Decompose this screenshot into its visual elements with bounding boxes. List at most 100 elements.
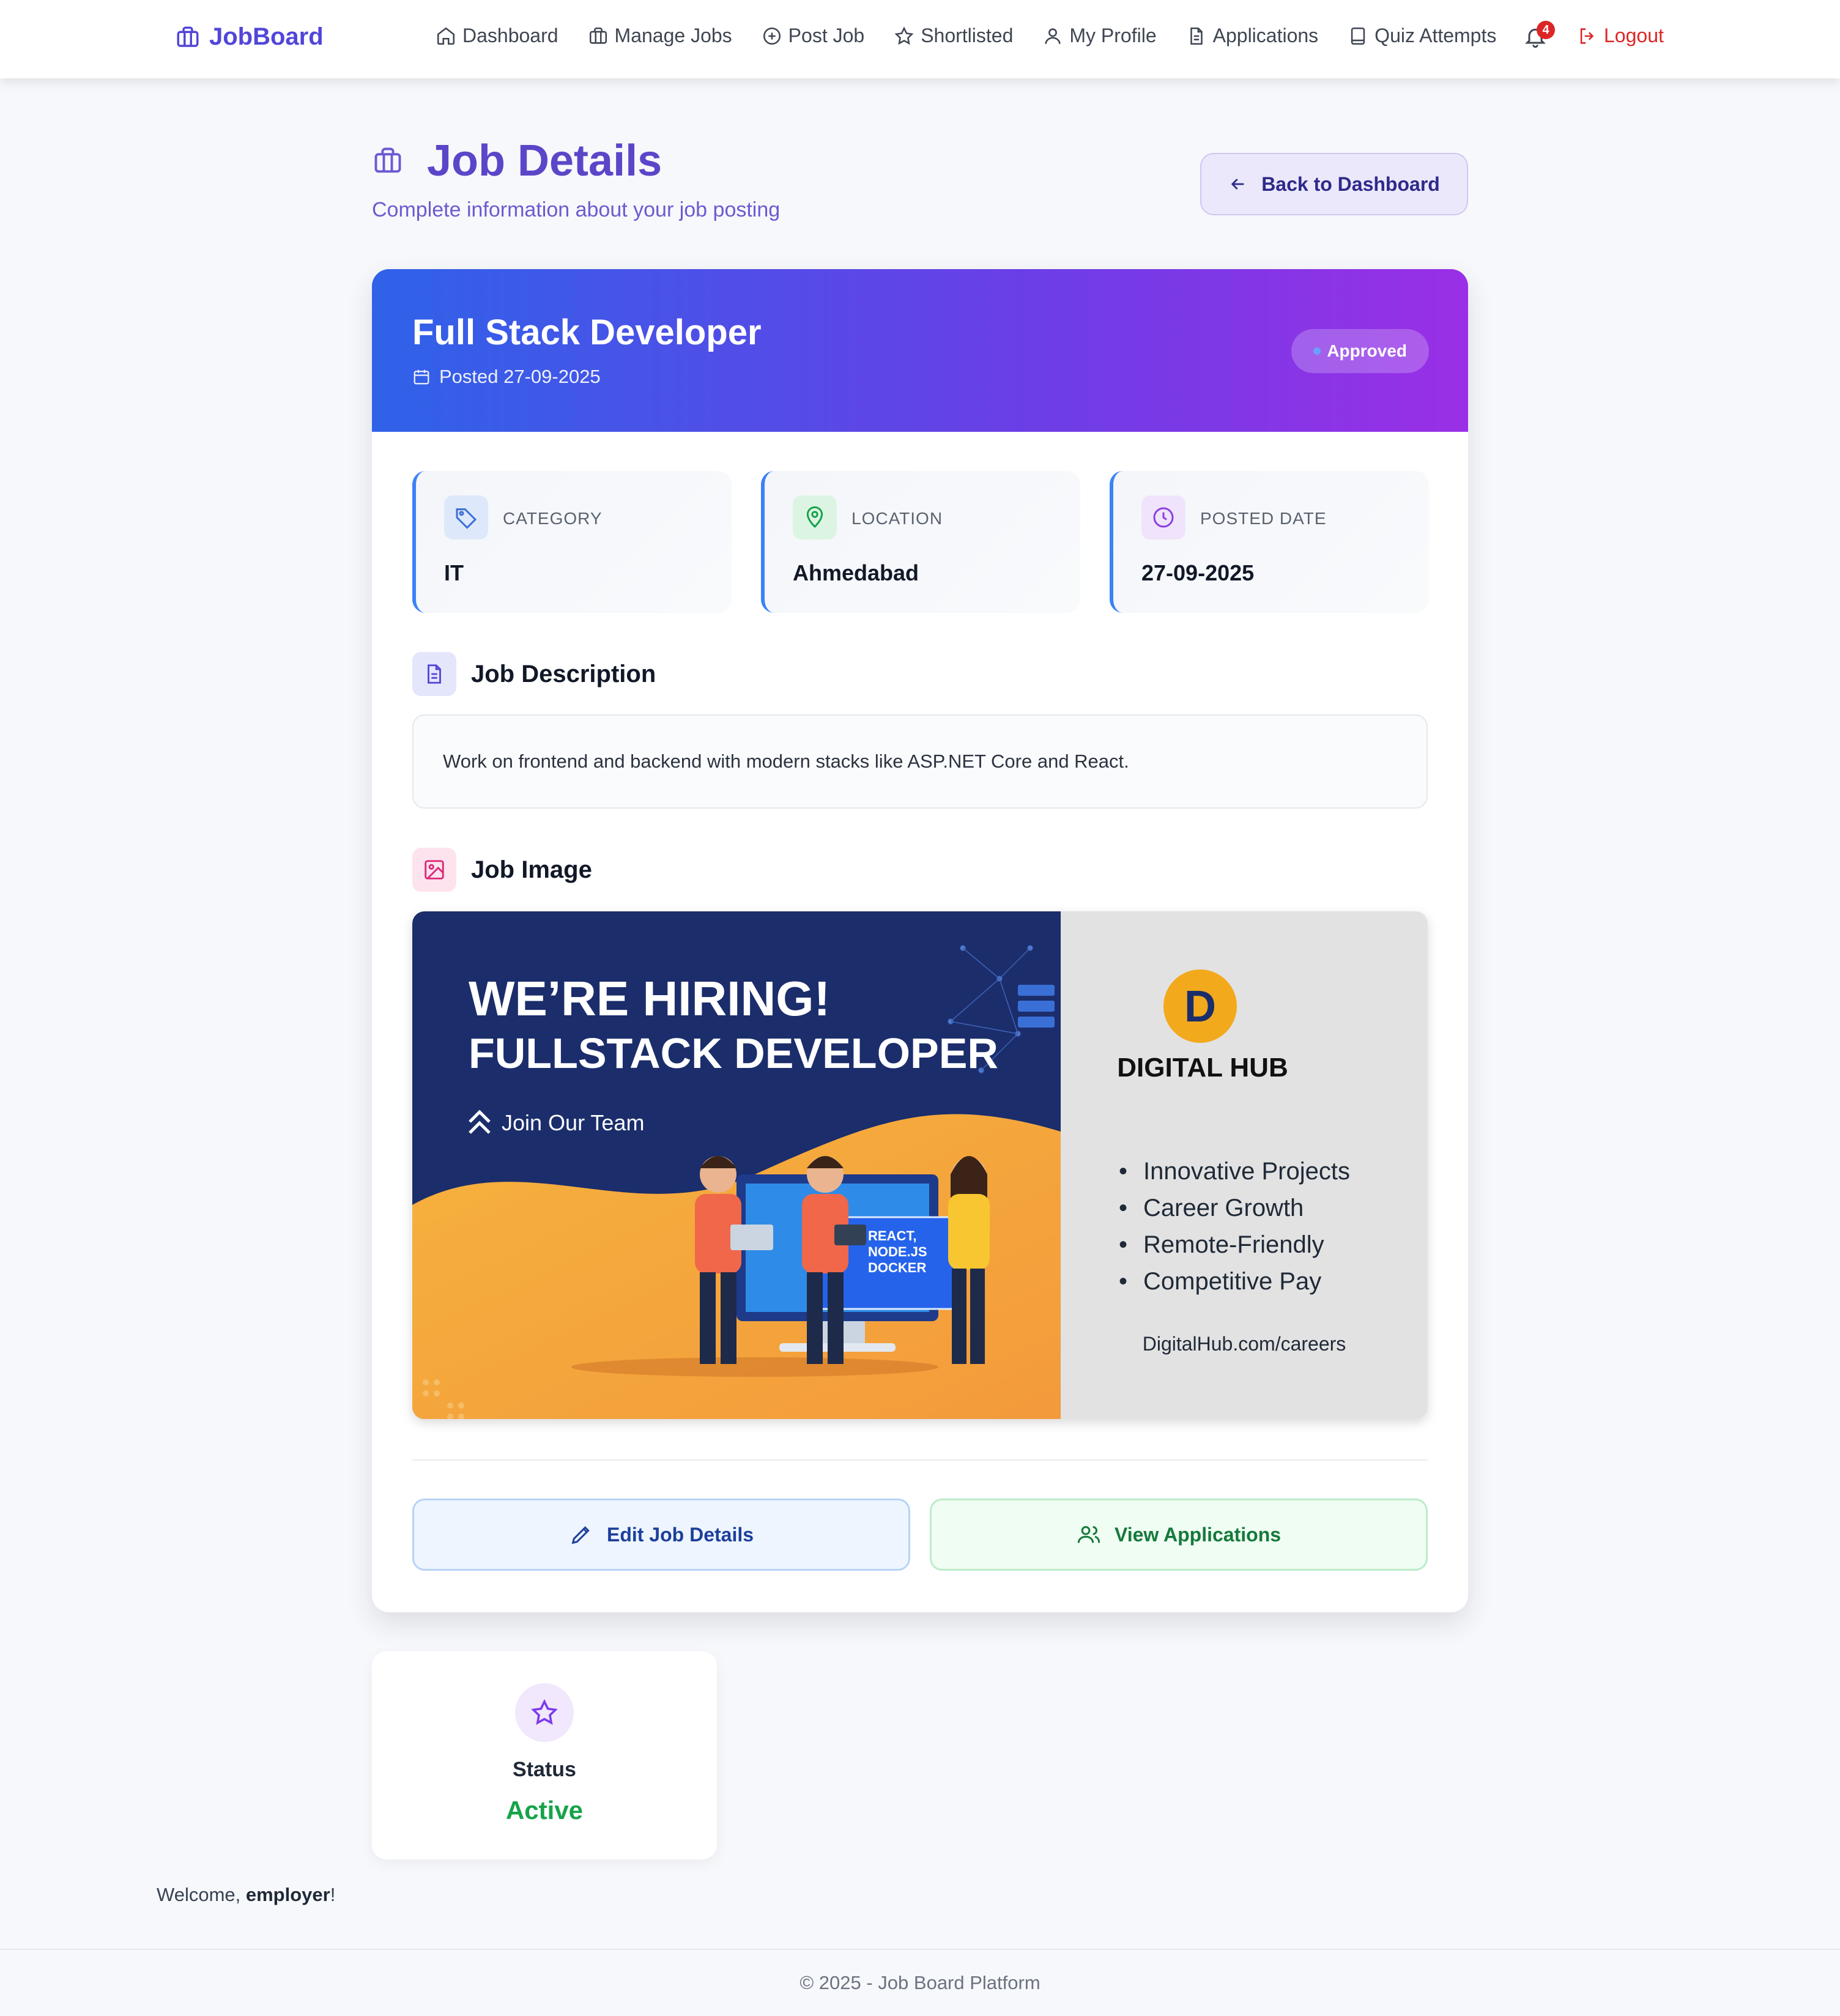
page-title: Job Details bbox=[372, 136, 780, 186]
divider bbox=[412, 1459, 1428, 1461]
job-image: WE’RE HIRING! FULLSTACK DEVELOPER Join O… bbox=[412, 911, 1428, 1419]
status-value: Active bbox=[505, 1796, 584, 1825]
nav-item-manage-jobs[interactable]: Manage Jobs bbox=[588, 24, 732, 47]
info-label: LOCATION bbox=[851, 509, 943, 528]
plus-circle-icon bbox=[763, 27, 781, 45]
edit-job-button[interactable]: Edit Job Details bbox=[412, 1499, 910, 1571]
info-value: 27-09-2025 bbox=[1141, 560, 1255, 585]
star-icon bbox=[515, 1683, 574, 1742]
user-icon bbox=[1045, 28, 1061, 44]
logout-button[interactable]: Logout bbox=[1577, 24, 1664, 47]
map-pin-icon bbox=[793, 495, 837, 539]
document-icon bbox=[1190, 27, 1203, 45]
server-icon bbox=[1018, 985, 1055, 1028]
tag-icon bbox=[444, 495, 488, 539]
button-label: Edit Job Details bbox=[606, 1523, 754, 1546]
nav-label: Shortlisted bbox=[921, 24, 1014, 46]
pencil-icon bbox=[571, 1526, 590, 1544]
nav-label: Applications bbox=[1212, 24, 1319, 46]
poster-headline-2: FULLSTACK DEVELOPER bbox=[469, 1029, 998, 1077]
brand-logo[interactable]: JobBoard bbox=[175, 23, 324, 51]
job-title: Full Stack Developer bbox=[412, 313, 762, 352]
back-label: Back to Dashboard bbox=[1261, 172, 1440, 195]
image-icon bbox=[412, 848, 456, 892]
info-box-location: LOCATION Ahmedabad bbox=[761, 471, 1080, 613]
welcome-suffix: ! bbox=[330, 1884, 336, 1905]
job-header-banner: Full Stack Developer Posted 27-09-2025 A… bbox=[372, 269, 1468, 432]
section-title: Job Image bbox=[471, 856, 592, 883]
poster-headline-1: WE’RE HIRING! bbox=[469, 971, 830, 1026]
status-label: Status bbox=[513, 1758, 576, 1781]
welcome-prefix: Welcome, bbox=[157, 1884, 246, 1905]
page-title-text: Job Details bbox=[427, 136, 662, 185]
bullet-dot: • bbox=[1119, 1158, 1127, 1185]
view-applications-button[interactable]: View Applications bbox=[930, 1499, 1428, 1571]
home-icon bbox=[437, 27, 455, 45]
status-badge-label: Approved bbox=[1327, 341, 1407, 360]
company-logo-letter: D bbox=[1184, 982, 1216, 1031]
star-icon bbox=[894, 26, 914, 45]
job-details-card: Full Stack Developer Posted 27-09-2025 A… bbox=[372, 269, 1468, 1612]
company-name: DIGITAL HUB bbox=[1117, 1053, 1288, 1083]
nav-label: Dashboard bbox=[462, 24, 558, 46]
info-label: POSTED DATE bbox=[1200, 509, 1327, 528]
screen-text-3: DOCKER bbox=[868, 1260, 926, 1275]
briefcase-icon bbox=[177, 26, 199, 47]
nav-label: Manage Jobs bbox=[614, 24, 732, 46]
nav-item-shortlisted[interactable]: Shortlisted bbox=[894, 24, 1013, 47]
button-label: View Applications bbox=[1114, 1523, 1282, 1546]
top-navbar: JobBoard Dashboard Manage Jobs Post Job … bbox=[0, 0, 1840, 78]
logout-label: Logout bbox=[1604, 24, 1664, 46]
welcome-message: Welcome, employer! bbox=[157, 1884, 335, 1906]
nav-item-dashboard[interactable]: Dashboard bbox=[436, 24, 558, 47]
poster-tagline: Join Our Team bbox=[502, 1110, 644, 1135]
status-dot bbox=[1313, 347, 1321, 355]
briefcase-icon bbox=[589, 27, 607, 44]
screen-text-1: REACT, bbox=[868, 1228, 916, 1243]
page-header: Job Details Complete information about y… bbox=[372, 136, 780, 222]
brand-name: JobBoard bbox=[209, 23, 324, 50]
bullet-dot: • bbox=[1119, 1195, 1127, 1221]
nav-label: Quiz Attempts bbox=[1374, 24, 1497, 46]
posted-date-line: Posted 27-09-2025 bbox=[412, 366, 601, 388]
info-box-posted-date: POSTED DATE 27-09-2025 bbox=[1110, 471, 1429, 613]
book-icon bbox=[1351, 27, 1365, 45]
info-value: Ahmedabad bbox=[793, 560, 919, 585]
notifications-button[interactable]: 4 bbox=[1523, 21, 1555, 51]
footer: © 2025 - Job Board Platform bbox=[0, 1949, 1840, 2016]
briefcase-icon bbox=[374, 147, 401, 173]
nav-menu: Dashboard Manage Jobs Post Job Shortlist… bbox=[436, 24, 1496, 47]
job-info-row: CATEGORY IT LOCATION Ahmedabad POSTED DA… bbox=[412, 471, 1429, 613]
nav-item-applications[interactable]: Applications bbox=[1186, 24, 1319, 47]
perk-item: Career Growth bbox=[1143, 1195, 1304, 1221]
description-heading: Job Description bbox=[412, 652, 656, 696]
users-icon bbox=[1077, 1526, 1100, 1543]
status-card: Status Active bbox=[372, 1651, 717, 1859]
perk-item: Innovative Projects bbox=[1143, 1158, 1350, 1185]
section-title: Job Description bbox=[471, 660, 656, 687]
calendar-icon bbox=[414, 369, 429, 385]
nav-item-my-profile[interactable]: My Profile bbox=[1042, 24, 1157, 47]
document-icon bbox=[412, 652, 456, 696]
info-box-category: CATEGORY IT bbox=[412, 471, 732, 613]
welcome-user: employer bbox=[245, 1884, 330, 1905]
image-heading: Job Image bbox=[412, 848, 592, 892]
bullet-dot: • bbox=[1119, 1231, 1127, 1258]
nav-item-quiz-attempts[interactable]: Quiz Attempts bbox=[1348, 24, 1496, 47]
perk-item: Remote-Friendly bbox=[1143, 1231, 1324, 1258]
posted-text: Posted 27-09-2025 bbox=[439, 366, 601, 387]
info-label: CATEGORY bbox=[503, 509, 603, 528]
logout-icon bbox=[1580, 28, 1594, 44]
nav-item-post-job[interactable]: Post Job bbox=[762, 24, 865, 47]
status-badge: Approved bbox=[1291, 329, 1429, 373]
notification-count-badge: 4 bbox=[1537, 21, 1555, 39]
back-to-dashboard-button[interactable]: Back to Dashboard bbox=[1200, 153, 1468, 215]
nav-label: Post Job bbox=[788, 24, 865, 46]
bullet-dot: • bbox=[1119, 1268, 1127, 1295]
screen-text-2: NODE.JS bbox=[868, 1244, 927, 1259]
footer-text: © 2025 - Job Board Platform bbox=[799, 1972, 1041, 1993]
info-value: IT bbox=[444, 560, 464, 585]
clock-icon bbox=[1141, 495, 1185, 539]
job-description: Work on frontend and backend with modern… bbox=[412, 714, 1428, 809]
perk-item: Competitive Pay bbox=[1143, 1268, 1321, 1295]
